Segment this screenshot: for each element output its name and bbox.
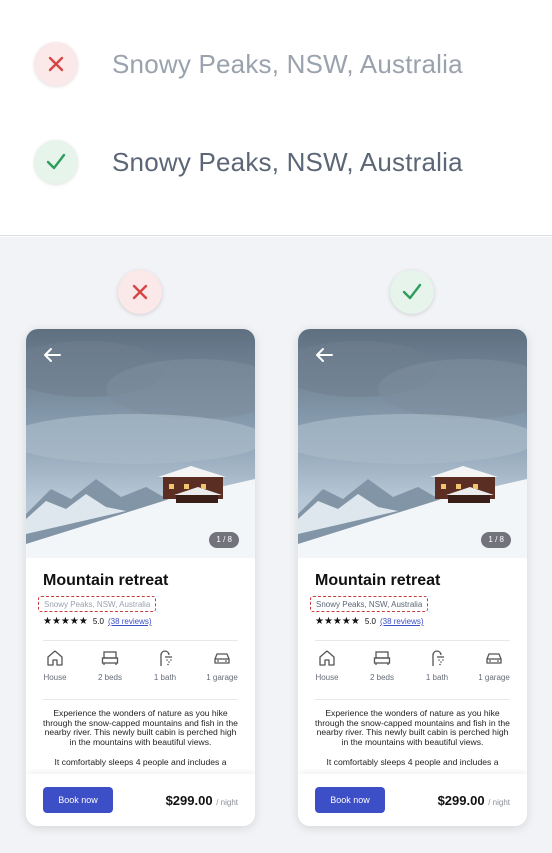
bed-icon: [373, 651, 391, 665]
listing-card-bad: 1 / 8 Mountain retreat Snowy Peaks, NSW,…: [26, 329, 255, 826]
amenity-beds: 2 beds: [357, 649, 407, 682]
reviews-link[interactable]: (38 reviews): [108, 617, 152, 626]
amenity-beds: 2 beds: [85, 649, 135, 682]
amenity-label: House: [315, 673, 339, 682]
description-paragraph: It comfortably sleeps 4 people and inclu…: [54, 757, 227, 768]
image-counter: 1 / 8: [481, 532, 511, 548]
price-amount: $299.00: [437, 793, 485, 808]
shower-icon: [160, 650, 172, 666]
divider: [43, 640, 238, 641]
booking-footer: Book now $299.00 / night: [26, 774, 255, 826]
house-icon: [319, 650, 335, 666]
amenity-label: 1 garage: [206, 673, 238, 682]
listing-address: Snowy Peaks, NSW, Australia: [38, 596, 157, 612]
check-icon: [46, 153, 66, 170]
check-icon: [402, 283, 422, 300]
bad-location-text: Snowy Peaks, NSW, Australia: [112, 48, 463, 79]
bad-example-row: Snowy Peaks, NSW, Australia: [34, 42, 463, 86]
back-arrow-icon[interactable]: [42, 347, 62, 363]
shower-icon: [432, 650, 444, 666]
amenity-label: 1 bath: [425, 673, 449, 682]
amenity-garage: 1 garage: [469, 649, 519, 682]
description-paragraph: It comfortably sleeps 4 people and inclu…: [326, 757, 499, 768]
star-rating-icons: ★★★★★: [43, 616, 88, 627]
bad-badge: [34, 42, 78, 86]
amenity-bath: 1 bath: [140, 649, 190, 682]
listing-photo: 1 / 8: [298, 329, 527, 558]
description-paragraph: Experience the wonders of nature as you …: [315, 708, 510, 747]
car-icon: [214, 653, 230, 664]
amenity-house: House: [30, 649, 80, 682]
text-contrast-comparison: Snowy Peaks, NSW, Australia Snowy Peaks,…: [0, 0, 552, 236]
listing-address: Snowy Peaks, NSW, Australia: [310, 596, 429, 612]
bed-icon: [101, 651, 119, 665]
star-rating-icons: ★★★★★: [315, 616, 360, 627]
good-example-row: Snowy Peaks, NSW, Australia: [34, 140, 463, 184]
amenity-house: House: [302, 649, 352, 682]
bad-card-badge: [118, 270, 162, 314]
book-now-button[interactable]: Book now: [43, 787, 113, 813]
image-counter: 1 / 8: [209, 532, 239, 548]
price-amount: $299.00: [165, 793, 213, 808]
description-paragraph: Experience the wonders of nature as you …: [43, 708, 238, 747]
amenity-label: 2 beds: [97, 673, 123, 682]
divider: [315, 699, 510, 700]
listing-photo: 1 / 8: [26, 329, 255, 558]
amenity-label: 1 garage: [478, 673, 510, 682]
amenity-label: 1 bath: [153, 673, 177, 682]
listing-description: Experience the wonders of nature as you …: [43, 708, 238, 768]
price: $299.00 / night: [438, 793, 510, 808]
reviews-link[interactable]: (38 reviews): [380, 617, 424, 626]
booking-footer: Book now $299.00 / night: [298, 774, 527, 826]
rating-score: 5.0: [92, 617, 104, 626]
cross-icon: [48, 56, 64, 72]
cross-icon: [132, 284, 148, 300]
price-unit: / night: [216, 798, 238, 807]
good-badge: [34, 140, 78, 184]
listing-card-good: 1 / 8 Mountain retreat Snowy Peaks, NSW,…: [298, 329, 527, 826]
divider: [315, 640, 510, 641]
amenity-label: House: [43, 673, 67, 682]
rating: ★★★★★ 5.0 (38 reviews): [43, 616, 152, 627]
price-unit: / night: [488, 798, 510, 807]
rating: ★★★★★ 5.0 (38 reviews): [315, 616, 424, 627]
amenity-garage: 1 garage: [197, 649, 247, 682]
rating-score: 5.0: [364, 617, 376, 626]
good-location-text: Snowy Peaks, NSW, Australia: [112, 146, 463, 177]
book-now-button[interactable]: Book now: [315, 787, 385, 813]
listing-title: Mountain retreat: [43, 572, 169, 589]
listing-description: Experience the wonders of nature as you …: [315, 708, 510, 768]
house-icon: [47, 650, 63, 666]
back-arrow-icon[interactable]: [314, 347, 334, 363]
good-card-badge: [390, 270, 434, 314]
amenity-label: 2 beds: [369, 673, 395, 682]
car-icon: [486, 653, 502, 664]
amenity-bath: 1 bath: [412, 649, 462, 682]
price: $299.00 / night: [166, 793, 238, 808]
listing-title: Mountain retreat: [315, 572, 441, 589]
divider: [43, 699, 238, 700]
